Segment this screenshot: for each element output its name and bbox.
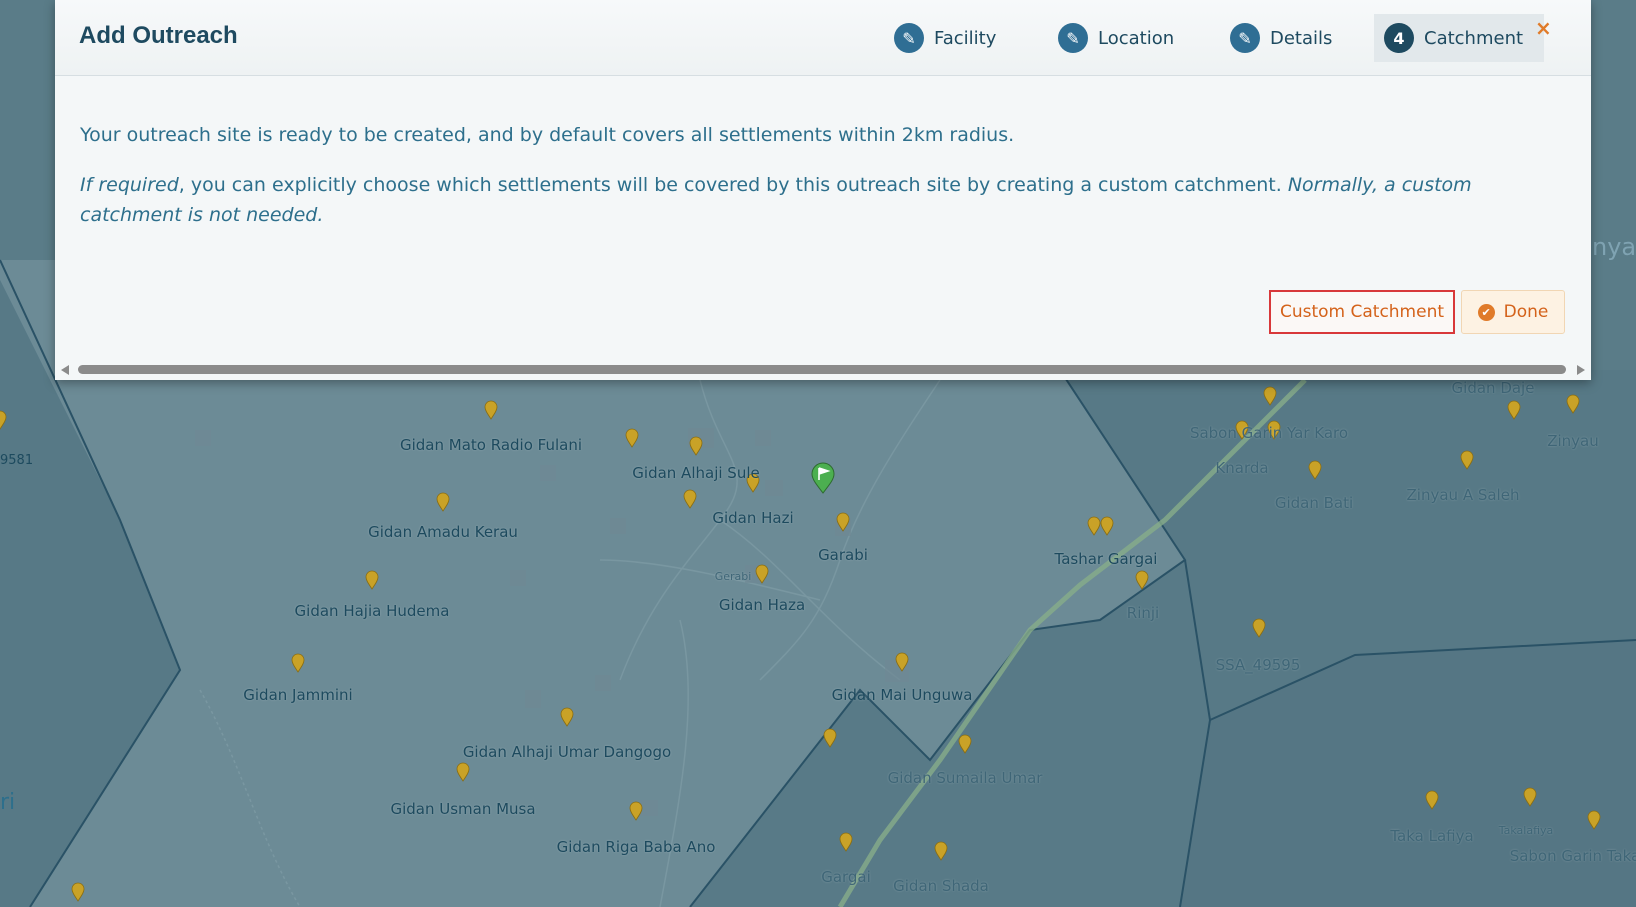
settlement-pin-icon[interactable] (0, 410, 7, 430)
close-icon[interactable]: × (1535, 18, 1552, 38)
step-location[interactable]: ✎ Location (1048, 14, 1186, 62)
map-label[interactable]: Gidan Sumaila Umar (888, 769, 1043, 787)
settlement-pin-icon[interactable] (1507, 400, 1521, 420)
settlement-pin-icon[interactable] (436, 492, 450, 512)
done-button[interactable]: ✔ Done (1461, 290, 1565, 334)
settlement-pin-icon[interactable] (1587, 810, 1601, 830)
map-label[interactable]: Zinyau A Saleh (1407, 486, 1520, 504)
step-label: Catchment (1424, 27, 1524, 49)
info-text: , you can explicitly choose which settle… (178, 174, 1288, 196)
settlement-pin-icon[interactable] (895, 652, 909, 672)
settlement-pin-icon[interactable] (958, 734, 972, 754)
map-label[interactable]: Gidan Hajia Hudema (295, 602, 450, 620)
settlement-pin-icon[interactable] (71, 882, 85, 902)
settlement-pin-icon[interactable] (1263, 386, 1277, 406)
map-label[interactable]: ri (0, 790, 15, 815)
map-label[interactable]: SSA_49595 (1216, 656, 1301, 674)
step-details[interactable]: ✎ Details (1220, 14, 1344, 62)
map-label[interactable]: Tashar Gargai (1055, 550, 1158, 568)
map-label[interactable]: Gidan Daje (1452, 379, 1535, 397)
settlement-pin-icon[interactable] (365, 570, 379, 590)
settlement-pin-icon[interactable] (934, 841, 948, 861)
map-label[interactable]: Gidan Hazi (712, 509, 793, 527)
settlement-pin-icon[interactable] (1135, 570, 1149, 590)
settlement-pin-icon[interactable] (625, 428, 639, 448)
settlement-pin-icon[interactable] (1425, 790, 1439, 810)
map-label[interactable]: Gidan Riga Baba Ano (557, 838, 716, 856)
modal-header: Add Outreach ✎ Facility ✎ Location ✎ Det… (55, 0, 1591, 76)
settlement-pin-icon[interactable] (1308, 460, 1322, 480)
info-paragraph-2: If required, you can explicitly choose w… (80, 170, 1560, 230)
step-facility[interactable]: ✎ Facility (884, 14, 1008, 62)
map-label[interactable]: Sabon Garin Taka (1510, 847, 1636, 865)
outreach-marker-icon[interactable] (810, 462, 836, 494)
modal-title: Add Outreach (79, 22, 238, 49)
map-label[interactable]: Gidan Mato Radio Fulani (400, 436, 582, 454)
settlement-pin-icon[interactable] (823, 728, 837, 748)
settlement-pin-icon[interactable] (291, 653, 305, 673)
step-label: Details (1270, 27, 1333, 49)
map-label[interactable]: Gidan Bati (1275, 494, 1353, 512)
settlement-pin-icon[interactable] (1100, 516, 1114, 536)
map-label[interactable]: Takalafiya (1499, 824, 1554, 837)
settlement-pin-icon[interactable] (1523, 787, 1537, 807)
settlement-pin-icon[interactable] (456, 762, 470, 782)
pencil-icon: ✎ (1230, 23, 1260, 53)
info-text: Your outreach site is ready to be create… (80, 124, 1015, 146)
map-label[interactable]: Gidan Mai Unguwa (832, 686, 973, 704)
pencil-icon: ✎ (894, 23, 924, 53)
settlement-pin-icon[interactable] (1087, 516, 1101, 536)
map-label[interactable]: Gidan Alhaji Umar Dangogo (463, 743, 671, 761)
map-label[interactable]: Gidan Usman Musa (390, 800, 535, 818)
map-label[interactable]: Gerabi (715, 570, 752, 583)
map-label[interactable]: 9581 (0, 453, 33, 468)
horizontal-scrollbar[interactable] (55, 363, 1591, 377)
settlement-pin-icon[interactable] (755, 564, 769, 584)
map-label[interactable]: Knarda (1215, 459, 1268, 477)
map-label[interactable]: nya (1592, 233, 1636, 261)
settlement-pin-icon[interactable] (836, 512, 850, 532)
settlement-pin-icon[interactable] (1566, 394, 1580, 414)
step-label: Facility (934, 27, 997, 49)
custom-catchment-button[interactable]: Custom Catchment (1269, 290, 1455, 334)
check-circle-icon: ✔ (1477, 303, 1495, 321)
map-label[interactable]: Taka Lafiya (1390, 827, 1473, 845)
scroll-left-icon[interactable] (61, 365, 69, 375)
map-label[interactable]: Gidan Jammini (243, 686, 352, 704)
map-label[interactable]: Gidan Amadu Kerau (368, 523, 518, 541)
map-label[interactable]: Gidan Shada (893, 877, 989, 895)
add-outreach-modal: Add Outreach ✎ Facility ✎ Location ✎ Det… (55, 0, 1591, 380)
settlement-pin-icon[interactable] (683, 489, 697, 509)
settlement-pin-icon[interactable] (839, 832, 853, 852)
pencil-icon: ✎ (1058, 23, 1088, 53)
emphasis-text: If required (80, 174, 179, 196)
map-label[interactable]: Zinyau (1547, 432, 1599, 450)
step-catchment[interactable]: 4 Catchment (1374, 14, 1544, 62)
map-label[interactable]: Gargai (821, 868, 871, 886)
settlement-pin-icon[interactable] (689, 436, 703, 456)
map-label[interactable]: Gidan Alhaji Sule (632, 464, 759, 482)
settlement-pin-icon[interactable] (1252, 618, 1266, 638)
map-label[interactable]: Garabi (818, 546, 868, 564)
map-label[interactable]: Sabon Garin Yar Karo (1190, 424, 1348, 442)
settlement-pin-icon[interactable] (560, 707, 574, 727)
settlement-pin-icon[interactable] (484, 400, 498, 420)
step-label: Location (1098, 27, 1175, 49)
info-paragraph: Your outreach site is ready to be create… (80, 120, 1560, 150)
done-label: Done (1503, 302, 1549, 322)
map-label[interactable]: Rinji (1127, 604, 1159, 622)
settlement-pin-icon[interactable] (629, 801, 643, 821)
settlement-pin-icon[interactable] (1460, 450, 1474, 470)
scroll-right-icon[interactable] (1577, 365, 1585, 375)
map-label[interactable]: Gidan Haza (719, 596, 805, 614)
scrollbar-thumb[interactable] (78, 365, 1566, 374)
step-number-badge: 4 (1384, 23, 1414, 53)
